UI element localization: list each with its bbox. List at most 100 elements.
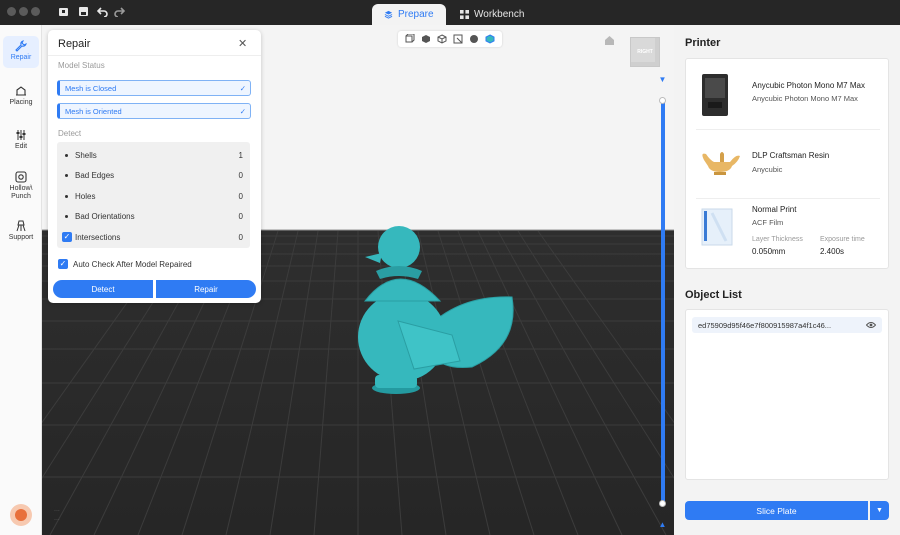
layers-icon [384, 10, 393, 19]
detect-label: Detect [58, 129, 82, 138]
home-view-icon[interactable] [604, 35, 615, 48]
support-icon [16, 220, 26, 232]
resin-image [702, 152, 740, 175]
tab-workbench-label: Workbench [474, 9, 525, 20]
exposure-time-label: Exposure time [820, 236, 865, 243]
viewport-footer: ... ... [54, 505, 60, 523]
check-icon: ✓ [239, 83, 246, 93]
layer-thickness-value: 0.050mm [752, 247, 786, 256]
detect-row-label: Shells [75, 150, 97, 160]
sidebar-item-repair[interactable]: Repair [3, 36, 39, 68]
view-cube[interactable]: RIGHT [630, 37, 660, 67]
zoom-window-button[interactable] [31, 7, 40, 16]
printer-section[interactable]: Anycubic Photon Mono M7 Max Anycubic Pho… [686, 59, 888, 130]
object-list: ed75909d95f46e7f800915987a4f1c46... [685, 309, 889, 480]
status-mesh-closed: Mesh is Closed ✓ [57, 80, 251, 96]
detect-row-label: Bad Orientations [75, 211, 135, 221]
sidebar-item-edit[interactable]: Edit [3, 129, 39, 155]
close-window-button[interactable] [7, 7, 16, 16]
layer-bottom-icon[interactable]: ▲ [658, 520, 667, 529]
profile-subtitle: ACF Film [752, 218, 784, 227]
exposure-time-value: 2.400s [820, 247, 845, 256]
sidebar-item-support[interactable]: Support [3, 220, 39, 246]
view-cube-label: RIGHT [637, 49, 653, 55]
tab-prepare[interactable]: Prepare [372, 4, 446, 25]
slice-options-dropdown[interactable]: ▼ [870, 501, 889, 520]
open-file-icon[interactable] [57, 6, 69, 18]
repair-button[interactable]: Repair [156, 280, 256, 298]
sidebar-item-label: Support [8, 234, 34, 241]
detect-row-label: Intersections [75, 232, 121, 242]
grid-icon [460, 10, 469, 19]
solid-view-icon[interactable] [469, 34, 479, 44]
sidebar-item-label: Placing [9, 99, 33, 106]
detect-row-value: 0 [238, 211, 243, 221]
detect-results: Shells 1 Bad Edges 0 Holes 0 Bad Orienta… [57, 142, 250, 248]
printer-subtitle: Anycubic Photon Mono M7 Max [752, 94, 858, 103]
avatar[interactable] [10, 504, 32, 526]
printer-image [702, 74, 728, 116]
close-icon[interactable]: ✕ [238, 37, 247, 50]
placing-icon [16, 86, 26, 96]
resin-subtitle: Anycubic [752, 165, 783, 174]
xray-view-icon[interactable] [485, 34, 495, 44]
intersections-checkbox[interactable]: ✓ [62, 232, 72, 242]
repair-panel-title: Repair [58, 38, 91, 50]
viewport-footer-line2: ... [54, 515, 60, 522]
repair-panel: Repair ✕ Model Status Mesh is Closed ✓ M… [48, 30, 261, 303]
sliders-icon [16, 130, 26, 140]
detect-row-label: Bad Edges [75, 170, 115, 180]
chevron-down-icon: ▼ [876, 507, 883, 514]
front-view-icon[interactable] [405, 34, 415, 44]
layer-slider-bottom-handle[interactable] [659, 500, 666, 507]
detect-row-value: 0 [238, 232, 243, 242]
layer-thickness-label: Layer Thickness [752, 236, 803, 243]
title-bar: Prepare Workbench [0, 0, 900, 25]
layer-slider[interactable] [661, 100, 665, 504]
auto-check-label: Auto Check After Model Repaired [73, 259, 192, 269]
printer-title: Printer [685, 37, 721, 49]
tab-prepare-label: Prepare [398, 9, 434, 20]
sidebar-item-hollow-punch[interactable]: Hollow\ Punch [3, 171, 39, 205]
viewport-footer-line1: ... [54, 506, 60, 513]
profile-section[interactable]: Normal Print ACF Film Layer Thickness 0.… [686, 199, 888, 269]
auto-check-row: ✓ Auto Check After Model Repaired [58, 259, 192, 269]
wireframe-icon[interactable] [437, 34, 447, 44]
slice-plate-button[interactable]: Slice Plate [685, 501, 868, 520]
list-item: Holes 0 [57, 186, 250, 206]
resin-name: DLP Craftsman Resin [752, 151, 830, 160]
object-name: ed75909d95f46e7f800915987a4f1c46... [698, 320, 832, 330]
check-icon: ✓ [239, 106, 246, 116]
list-item: Shells 1 [57, 145, 250, 165]
detect-row-value: 1 [238, 150, 243, 160]
sidebar-item-label: Edit [14, 143, 28, 150]
bird-model[interactable] [358, 226, 514, 394]
section-view-icon[interactable] [453, 34, 463, 44]
save-icon[interactable] [77, 6, 89, 18]
sidebar-item-label-line2: Punch [11, 193, 31, 200]
right-panel: Printer Anycubic Photon Mono M7 Max Anyc… [674, 25, 900, 535]
left-toolbar: Repair Placing Edit Hollow\ Punch Suppor… [0, 25, 42, 535]
resin-section[interactable]: DLP Craftsman Resin Anycubic [686, 130, 888, 199]
sidebar-item-placing[interactable]: Placing [3, 85, 39, 111]
undo-icon[interactable] [96, 6, 108, 18]
object-list-title: Object List [685, 289, 742, 301]
auto-check-checkbox[interactable]: ✓ [58, 259, 68, 269]
status-text: Mesh is Oriented [65, 106, 122, 116]
profile-name: Normal Print [752, 205, 797, 214]
iso-view-icon[interactable] [421, 34, 431, 44]
eye-icon[interactable] [866, 321, 876, 329]
layer-slider-top-handle[interactable] [659, 97, 666, 104]
layer-top-icon[interactable]: ▼ [658, 75, 667, 84]
detect-row-value: 0 [238, 170, 243, 180]
wrench-icon [15, 40, 27, 52]
detect-button[interactable]: Detect [53, 280, 153, 298]
divider [48, 55, 261, 56]
tab-workbench[interactable]: Workbench [448, 4, 536, 25]
sidebar-item-label: Repair [10, 54, 32, 61]
status-text: Mesh is Closed [65, 83, 117, 93]
printer-card: Anycubic Photon Mono M7 Max Anycubic Pho… [685, 58, 889, 269]
minimize-window-button[interactable] [19, 7, 28, 16]
redo-icon[interactable] [113, 6, 125, 18]
list-item[interactable]: ed75909d95f46e7f800915987a4f1c46... [692, 317, 882, 333]
